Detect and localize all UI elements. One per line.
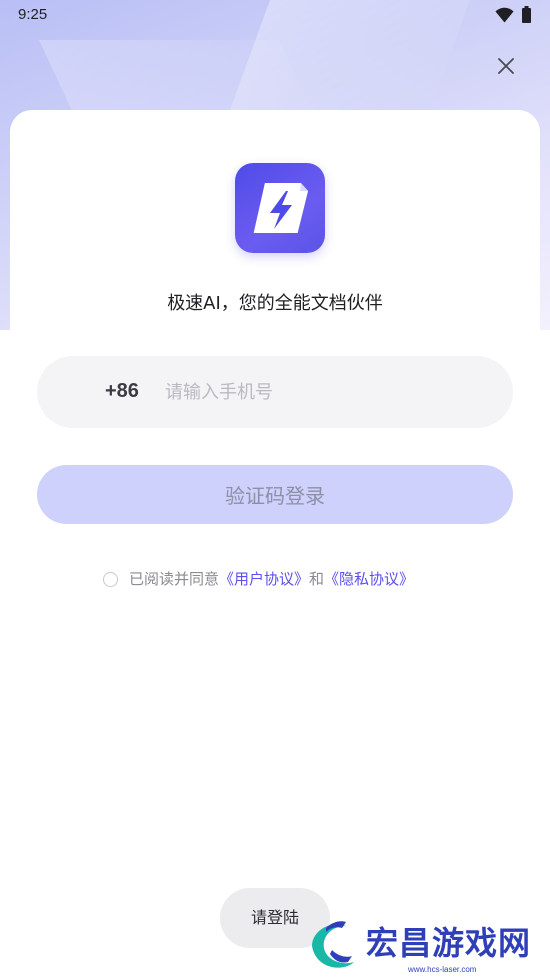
verification-login-button[interactable]: 验证码登录 [37,465,513,524]
privacy-policy-link[interactable]: 《隐私协议》 [324,570,414,588]
status-time: 9:25 [18,6,48,23]
user-agreement-link[interactable]: 《用户协议》 [219,570,309,588]
lightning-document-icon [253,183,309,233]
watermark: 宏昌游戏网 www.hcs-laser.com [300,914,550,976]
phone-input[interactable] [165,374,485,410]
battery-icon [522,6,531,23]
watermark-logo-icon [312,921,354,968]
country-code[interactable]: +86 [105,380,139,403]
status-bar: 9:25 [0,0,550,30]
app-tagline: 极速AI，您的全能文档伙伴 [167,293,383,314]
agreement-prefix: 已阅读并同意 [129,570,220,588]
app-logo [235,163,325,253]
close-icon[interactable] [494,54,518,78]
agreement-row: 已阅读并同意《用户协议》和《隐私协议》 [103,568,414,588]
watermark-text: 宏昌游戏网 [366,924,532,962]
agreement-conjunction: 和 [309,570,325,588]
agreement-checkbox[interactable] [103,572,118,587]
watermark-url: www.hcs-laser.com [408,965,477,974]
phone-input-row: +86 [37,356,513,428]
wifi-icon [495,7,514,23]
